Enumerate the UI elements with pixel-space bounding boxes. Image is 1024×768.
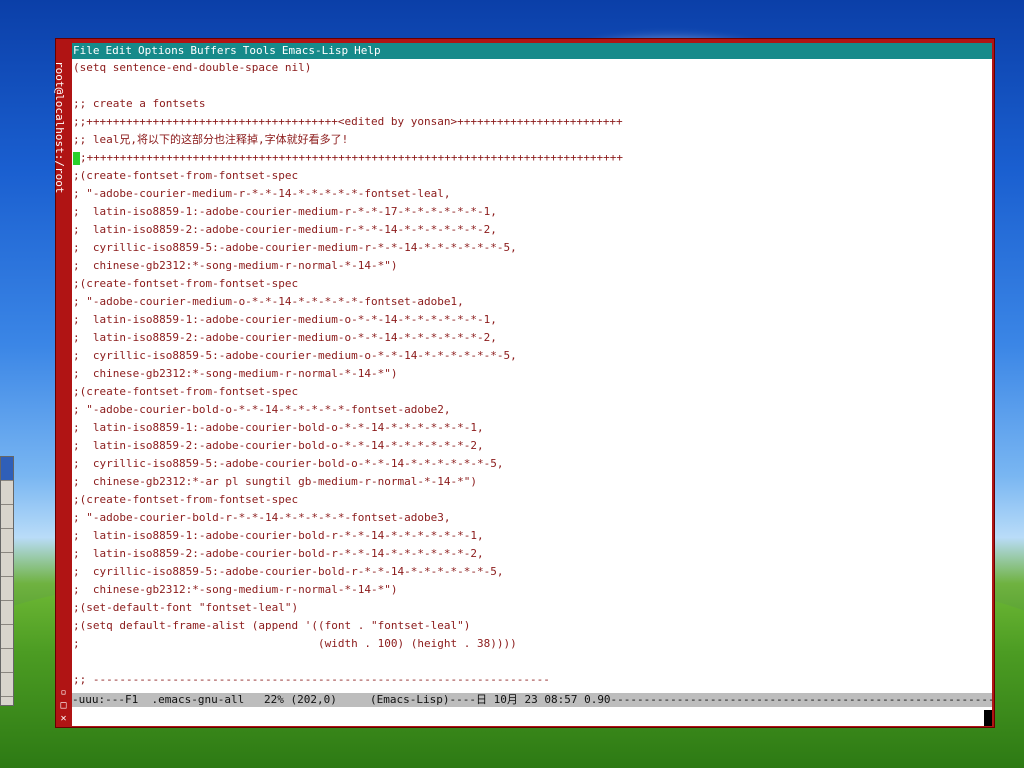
- code-line[interactable]: ;(create-fontset-from-fontset-spec: [72, 491, 992, 509]
- code-line[interactable]: ; cyrillic-iso8859-5:-adobe-courier-bold…: [72, 563, 992, 581]
- code-line[interactable]: ;(create-fontset-from-fontset-spec: [72, 383, 992, 401]
- code-line[interactable]: ; cyrillic-iso8859-5:-adobe-courier-medi…: [72, 239, 992, 257]
- code-line[interactable]: ; latin-iso8859-1:-adobe-courier-medium-…: [72, 311, 992, 329]
- editor-buffer[interactable]: (setq sentence-end-double-space nil) ;; c…: [72, 59, 992, 687]
- taskbar-slot[interactable]: [1, 649, 13, 673]
- minibuffer-cursor: [984, 710, 992, 726]
- taskbar-slot[interactable]: [1, 457, 13, 481]
- taskbar-slot[interactable]: [1, 553, 13, 577]
- taskbar-slot[interactable]: [1, 625, 13, 649]
- code-line[interactable]: ; cyrillic-iso8859-5:-adobe-courier-bold…: [72, 455, 992, 473]
- taskbar-slot[interactable]: [1, 601, 13, 625]
- code-line[interactable]: ; latin-iso8859-1:-adobe-courier-medium-…: [72, 203, 992, 221]
- code-line[interactable]: ;(set-default-font "fontset-leal"): [72, 599, 992, 617]
- code-line[interactable]: ;; leal兄,将以下的这部分也注释掉,字体就好看多了!: [72, 131, 992, 149]
- emacs-frame: File Edit Options Buffers Tools Emacs-Lisp Hel…: [72, 43, 992, 726]
- code-line[interactable]: ; latin-iso8859-2:-adobe-courier-bold-r-…: [72, 545, 992, 563]
- code-line[interactable]: ; chinese-gb2312:*-ar pl sungtil gb-medi…: [72, 473, 992, 491]
- emacs-window: root@localhost:/root ▫ □ ✕ File Edit Optio…: [53, 38, 995, 728]
- code-line[interactable]: ;(create-fontset-from-fontset-spec: [72, 167, 992, 185]
- code-line[interactable]: ; chinese-gb2312:*-song-medium-r-normal-…: [72, 581, 992, 599]
- menu-edit[interactable]: Edit: [106, 44, 133, 57]
- taskbar-slot[interactable]: [1, 505, 13, 529]
- code-line[interactable]: ; chinese-gb2312:*-song-medium-r-normal-…: [72, 257, 992, 275]
- window-title: root@localhost:/root: [53, 61, 66, 194]
- minibuffer[interactable]: [72, 707, 992, 726]
- code-line[interactable]: ; latin-iso8859-2:-adobe-courier-medium-…: [72, 221, 992, 239]
- taskbar-slot[interactable]: [1, 481, 13, 505]
- taskbar-slot[interactable]: [1, 673, 13, 697]
- taskbar-stub[interactable]: [0, 456, 14, 706]
- menu-emacs-lisp[interactable]: Emacs-Lisp: [282, 44, 348, 57]
- window-titlebar[interactable]: root@localhost:/root ▫ □ ✕: [53, 39, 72, 727]
- code-line[interactable]: ; (width . 100) (height . 38)))): [72, 635, 992, 653]
- menu-tools[interactable]: Tools: [243, 44, 276, 57]
- minimize-icon[interactable]: ▫: [58, 687, 69, 698]
- code-line[interactable]: ; "-adobe-courier-bold-r-*-*-14-*-*-*-*-…: [72, 509, 992, 527]
- code-line[interactable]: ;+++++++++++++++++++++++++++++++++++++++…: [72, 149, 992, 167]
- code-line[interactable]: ; "-adobe-courier-bold-o-*-*-14-*-*-*-*-…: [72, 401, 992, 419]
- code-line[interactable]: (setq sentence-end-double-space nil): [72, 59, 992, 77]
- code-line[interactable]: ; "-adobe-courier-medium-r-*-*-14-*-*-*-…: [72, 185, 992, 203]
- mode-line: -uuu:---F1 .emacs-gnu-all 22% (202,0) (E…: [72, 693, 992, 707]
- code-line[interactable]: [72, 77, 992, 95]
- code-line[interactable]: ; latin-iso8859-1:-adobe-courier-bold-r-…: [72, 527, 992, 545]
- code-line[interactable]: ;(create-fontset-from-fontset-spec: [72, 275, 992, 293]
- code-line[interactable]: ; chinese-gb2312:*-song-medium-r-normal-…: [72, 365, 992, 383]
- close-icon[interactable]: ✕: [58, 713, 69, 724]
- taskbar-slot[interactable]: [1, 529, 13, 553]
- code-line[interactable]: ; latin-iso8859-2:-adobe-courier-medium-…: [72, 329, 992, 347]
- code-line[interactable]: [72, 653, 992, 671]
- code-line[interactable]: ; "-adobe-courier-medium-o-*-*-14-*-*-*-…: [72, 293, 992, 311]
- maximize-icon[interactable]: □: [58, 700, 69, 711]
- taskbar-slot[interactable]: [1, 577, 13, 601]
- code-line[interactable]: ;; create a fontsets: [72, 95, 992, 113]
- menu-buffers[interactable]: Buffers: [190, 44, 236, 57]
- menu-options[interactable]: Options: [138, 44, 184, 57]
- code-line[interactable]: ; latin-iso8859-1:-adobe-courier-bold-o-…: [72, 419, 992, 437]
- code-line[interactable]: ;; -------------------------------------…: [72, 671, 992, 689]
- text-cursor: [73, 151, 80, 165]
- menu-help[interactable]: Help: [354, 44, 381, 57]
- code-line[interactable]: ; latin-iso8859-2:-adobe-courier-bold-o-…: [72, 437, 992, 455]
- code-line[interactable]: ; cyrillic-iso8859-5:-adobe-courier-medi…: [72, 347, 992, 365]
- code-line[interactable]: ;(setq default-frame-alist (append '((fo…: [72, 617, 992, 635]
- code-line[interactable]: ;;++++++++++++++++++++++++++++++++++++++…: [72, 113, 992, 131]
- menu-file[interactable]: File: [73, 44, 100, 57]
- code-line-text: ;+++++++++++++++++++++++++++++++++++++++…: [80, 151, 624, 164]
- menu-bar: File Edit Options Buffers Tools Emacs-Lisp Hel…: [72, 43, 992, 59]
